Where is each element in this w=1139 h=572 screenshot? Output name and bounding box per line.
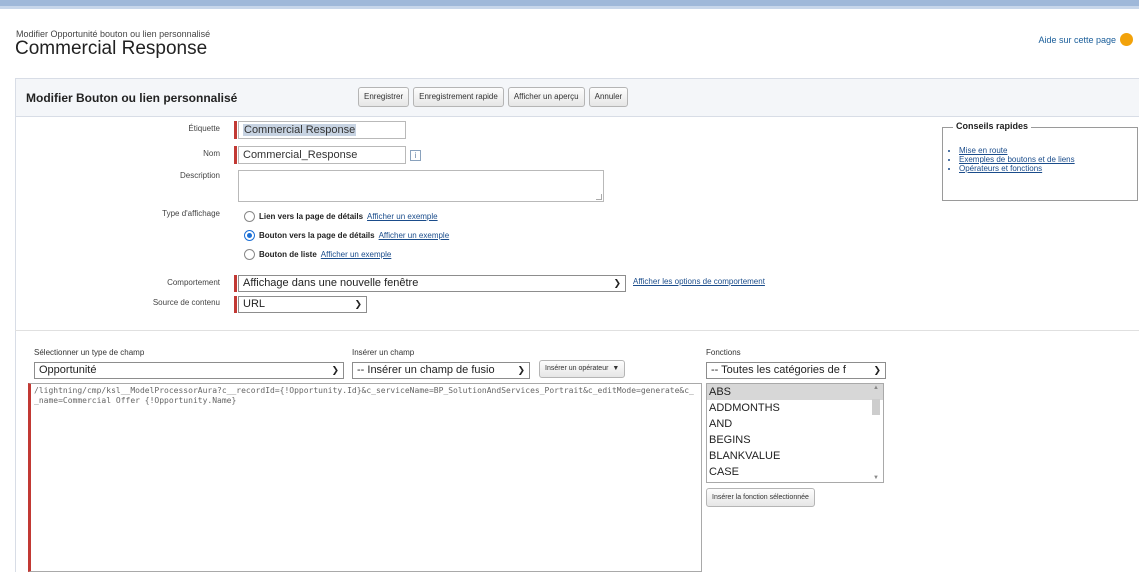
chevron-down-icon: ❯ — [354, 299, 362, 309]
behavior-label: Comportement — [167, 278, 220, 287]
description-textarea[interactable] — [238, 170, 604, 202]
display-type-label: Type d'affichage — [162, 209, 220, 218]
tip-link-getting-started[interactable]: Mise en route — [959, 146, 1075, 155]
chevron-down-icon: ❯ — [331, 365, 339, 375]
function-item[interactable]: CASE — [707, 464, 883, 480]
resize-grip-icon[interactable] — [596, 194, 602, 200]
content-source-select[interactable]: URL ❯ — [238, 296, 367, 313]
behavior-select-value: Affichage dans une nouvelle fenêtre — [243, 277, 419, 289]
panel-title: Modifier Bouton ou lien personnalisé — [26, 91, 238, 105]
radio-button-selected[interactable] — [244, 230, 255, 241]
label-field-label: Étiquette — [188, 124, 220, 133]
function-item[interactable]: ADDMONTHS — [707, 400, 883, 416]
save-button[interactable]: Enregistrer — [358, 87, 410, 107]
insert-operator-label: Insérer un opérateur — [545, 365, 609, 372]
display-type-option-label: Lien vers la page de détails — [259, 212, 364, 221]
tip-link-examples[interactable]: Exemples de boutons et de liens — [959, 155, 1075, 164]
show-example-link[interactable]: Afficher un exemple — [379, 231, 450, 240]
label-input[interactable]: Commercial Response — [238, 121, 406, 139]
display-type-option[interactable]: Bouton vers la page de détails Afficher … — [244, 230, 449, 241]
name-input[interactable]: Commercial_Response — [238, 146, 406, 164]
radio-button[interactable] — [244, 211, 255, 222]
functions-category-value: -- Toutes les catégories de f — [711, 364, 846, 376]
content-source-label: Source de contenu — [152, 298, 220, 307]
formula-editor[interactable]: /lightning/cmp/ksl__ModelProcessorAura?c… — [28, 383, 702, 572]
display-type-option[interactable]: Lien vers la page de détails Afficher un… — [244, 211, 438, 222]
quick-tips-box: Conseils rapides Mise en route Exemples … — [942, 121, 1138, 201]
help-link[interactable]: Aide sur cette page — [1038, 33, 1133, 46]
label-input-value: Commercial Response — [243, 124, 357, 136]
section-divider — [15, 330, 1139, 331]
page-title: Commercial Response — [15, 38, 208, 59]
required-indicator — [234, 275, 237, 292]
scroll-up-icon[interactable]: ▲ — [870, 385, 882, 391]
field-type-label: Sélectionner un type de champ — [34, 348, 145, 357]
display-type-option-label: Bouton de liste — [259, 250, 317, 259]
button-bar: Enregistrer Enregistrement rapide Affich… — [358, 87, 629, 107]
content-source-select-value: URL — [243, 298, 266, 310]
function-item[interactable]: BLANKVALUE — [707, 448, 883, 464]
required-indicator — [234, 146, 237, 164]
function-item[interactable]: BEGINS — [707, 432, 883, 448]
preview-button[interactable]: Afficher un aperçu — [507, 87, 585, 107]
required-indicator — [234, 296, 237, 313]
chevron-down-icon: ❯ — [517, 365, 525, 375]
top-bar — [0, 0, 1139, 9]
chevron-down-icon: ❯ — [613, 278, 621, 288]
info-icon[interactable]: i — [410, 150, 421, 161]
display-type-option[interactable]: Bouton de liste Afficher un exemple — [244, 249, 391, 260]
behavior-select[interactable]: Affichage dans une nouvelle fenêtre ❯ — [238, 275, 626, 292]
functions-label: Fonctions — [706, 348, 741, 357]
display-type-option-label: Bouton vers la page de détails — [259, 231, 375, 240]
help-icon[interactable] — [1120, 33, 1133, 46]
scroll-down-icon[interactable]: ▼ — [870, 475, 882, 481]
required-indicator — [234, 121, 237, 139]
show-example-link[interactable]: Afficher un exemple — [367, 212, 438, 221]
help-link-label[interactable]: Aide sur cette page — [1038, 35, 1116, 45]
chevron-down-icon: ▼ — [610, 365, 620, 372]
show-example-link[interactable]: Afficher un exemple — [321, 250, 392, 259]
insert-field-label: Insérer un champ — [352, 348, 415, 357]
function-item[interactable]: ABS — [707, 384, 883, 400]
tip-link-operators[interactable]: Opérateurs et fonctions — [959, 164, 1075, 173]
insert-field-select-value: -- Insérer un champ de fusio — [357, 364, 495, 376]
cancel-button[interactable]: Annuler — [588, 87, 629, 107]
functions-list[interactable]: ABS ADDMONTHS AND BEGINS BLANKVALUE CASE… — [706, 383, 884, 483]
function-item[interactable]: AND — [707, 416, 883, 432]
scrollbar[interactable]: ▲ ▼ — [870, 385, 882, 481]
functions-category-select[interactable]: -- Toutes les catégories de f ❯ — [706, 362, 886, 379]
insert-operator-button[interactable]: Insérer un opérateur ▼ — [539, 360, 626, 378]
quick-tips-title: Conseils rapides — [953, 121, 1032, 131]
insert-field-select[interactable]: -- Insérer un champ de fusio ❯ — [352, 362, 530, 379]
behavior-options-link[interactable]: Afficher les options de comportement — [633, 277, 765, 286]
field-type-select-value: Opportunité — [39, 364, 97, 376]
quick-save-button[interactable]: Enregistrement rapide — [413, 87, 504, 107]
radio-button[interactable] — [244, 249, 255, 260]
scrollbar-thumb[interactable] — [872, 399, 880, 415]
field-type-select[interactable]: Opportunité ❯ — [34, 362, 344, 379]
chevron-down-icon: ❯ — [873, 365, 881, 375]
description-field-label: Description — [179, 171, 220, 180]
panel-header: Modifier Bouton ou lien personnalisé Enr… — [16, 79, 1139, 117]
name-field-label: Nom — [203, 149, 220, 158]
insert-function-button[interactable]: Insérer la fonction sélectionnée — [706, 488, 815, 507]
